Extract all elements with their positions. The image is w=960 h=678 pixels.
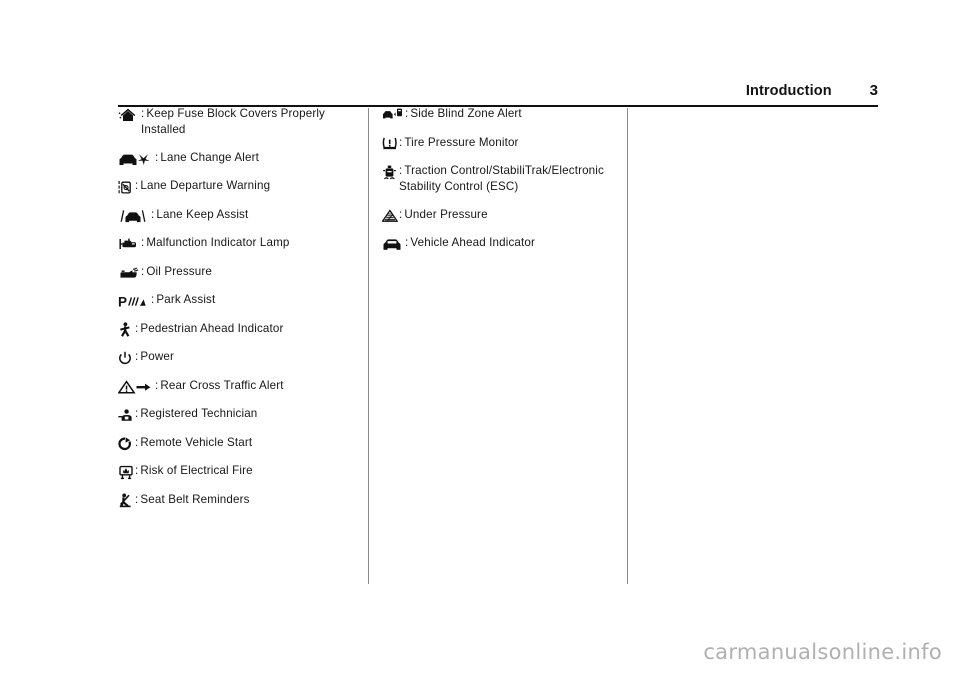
risk-of-electrical-fire-icon bbox=[118, 464, 134, 480]
list-item-label: : Side Blind Zone Alert bbox=[405, 107, 522, 120]
list-item-label: : Keep Fuse Block Covers Properly Install… bbox=[141, 107, 326, 136]
list-item: : Lane Keep Assist bbox=[118, 207, 356, 223]
park-assist-icon: P bbox=[118, 293, 150, 309]
list-item: : Registered Technician bbox=[118, 406, 356, 422]
page-header: Introduction 3 bbox=[118, 82, 878, 107]
side-blind-zone-alert-icon bbox=[382, 107, 404, 123]
list-item-label: : Malfunction Indicator Lamp bbox=[141, 236, 290, 249]
pedestrian-ahead-indicator-icon bbox=[118, 322, 134, 338]
list-item: : Oil Pressure bbox=[118, 264, 356, 280]
header-title-group: Introduction 3 bbox=[746, 82, 878, 99]
page-number: 3 bbox=[869, 82, 878, 99]
list-item: : Rear Cross Traffic Alert bbox=[118, 378, 356, 394]
list-item: : Malfunction Indicator Lamp bbox=[118, 235, 356, 251]
list-item: : Side Blind Zone Alert bbox=[382, 106, 620, 122]
column-divider-1 bbox=[368, 108, 369, 584]
list-item: : Remote Vehicle Start bbox=[118, 435, 356, 451]
rear-cross-traffic-alert-icon bbox=[118, 379, 154, 395]
remote-vehicle-start-icon bbox=[118, 436, 134, 452]
page-title: Introduction bbox=[745, 83, 832, 99]
list-item-label: : Lane Departure Warning bbox=[135, 179, 271, 192]
malfunction-indicator-lamp-icon bbox=[118, 236, 140, 252]
symbol-column-middle: : Side Blind Zone Alert : Tire Pressure Mo… bbox=[382, 106, 620, 264]
list-item: : Seat Belt Reminders bbox=[118, 492, 356, 508]
list-item-label: : Lane Change Alert bbox=[155, 150, 259, 164]
list-item-label: : Remote Vehicle Start bbox=[135, 435, 253, 449]
list-item: : Under Pressure bbox=[382, 207, 620, 223]
power-icon bbox=[118, 350, 134, 366]
fuse-block-cover-icon bbox=[118, 107, 140, 123]
under-pressure-icon bbox=[382, 208, 398, 224]
lane-keep-assist-icon bbox=[118, 208, 150, 224]
list-item-label: : Registered Technician bbox=[135, 407, 258, 420]
lane-change-alert-icon bbox=[118, 151, 154, 167]
list-item-label: : Tire Pressure Monitor bbox=[399, 135, 519, 149]
list-item: : Keep Fuse Block Covers Properly Install… bbox=[118, 106, 356, 137]
list-item-label: : Rear Cross Traffic Alert bbox=[155, 378, 284, 392]
list-item-label: : Pedestrian Ahead Indicator bbox=[135, 321, 284, 335]
list-item: : Risk of Electrical Fire bbox=[118, 463, 356, 479]
list-item-label: : Under Pressure bbox=[399, 207, 488, 221]
list-item-label: : Power bbox=[135, 350, 174, 363]
list-item-label: : Risk of Electrical Fire bbox=[135, 464, 253, 477]
tire-pressure-monitor-icon bbox=[382, 136, 398, 152]
lane-departure-warning-icon bbox=[118, 179, 134, 195]
registered-technician-icon bbox=[118, 407, 134, 423]
list-item-label: : Lane Keep Assist bbox=[151, 207, 249, 221]
list-item: : Traction Control/StabiliTrak/Electronic… bbox=[382, 163, 620, 194]
list-item: : Tire Pressure Monitor bbox=[382, 135, 620, 151]
symbol-column-left: : Keep Fuse Block Covers Properly Install… bbox=[118, 106, 356, 520]
symbol-list-columns: : Keep Fuse Block Covers Properly Install… bbox=[0, 106, 960, 586]
vehicle-ahead-indicator-icon bbox=[382, 236, 404, 252]
list-item: : Power bbox=[118, 349, 356, 365]
seat-belt-reminders-icon bbox=[118, 493, 134, 509]
list-item: P : Park Assist bbox=[118, 292, 356, 308]
list-item: : Vehicle Ahead Indicator bbox=[382, 235, 620, 251]
list-item-label: : Park Assist bbox=[151, 293, 216, 306]
svg-text:P: P bbox=[118, 294, 127, 308]
site-watermark: carmanualsonline.info bbox=[703, 640, 942, 664]
list-item-label: : Seat Belt Reminders bbox=[135, 492, 250, 506]
manual-page: { "header": { "section_title": "Introduc… bbox=[0, 0, 960, 678]
traction-control-icon bbox=[382, 164, 398, 180]
list-item: : Lane Change Alert bbox=[118, 150, 356, 166]
list-item: : Pedestrian Ahead Indicator bbox=[118, 321, 356, 337]
oil-pressure-icon bbox=[118, 265, 140, 281]
list-item-label: : Oil Pressure bbox=[141, 264, 212, 278]
list-item: : Lane Departure Warning bbox=[118, 178, 356, 194]
list-item-label: : Vehicle Ahead Indicator bbox=[405, 236, 536, 249]
column-divider-2 bbox=[627, 108, 628, 584]
list-item-label: : Traction Control/StabiliTrak/Electronic… bbox=[399, 164, 604, 193]
